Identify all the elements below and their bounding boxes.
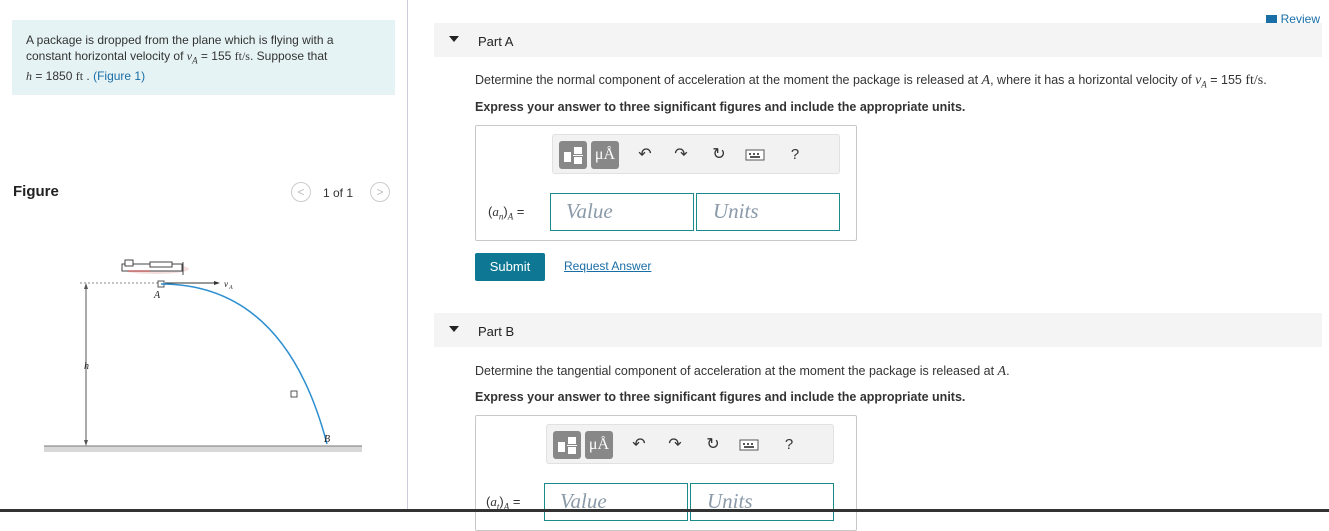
fraction-template-icon	[564, 147, 583, 164]
review-icon	[1265, 15, 1277, 23]
help-button[interactable]: ?	[779, 435, 799, 455]
units-button[interactable]: μÅ	[585, 431, 613, 459]
help-button[interactable]: ?	[785, 145, 805, 165]
ground-shadow	[44, 446, 362, 452]
figure-image: A v A h B	[44, 259, 362, 452]
keyboard-icon[interactable]	[739, 437, 759, 457]
figure-link[interactable]: (Figure 1)	[93, 69, 145, 83]
part-a-question-text-2: , where it has a horizontal velocity of	[990, 73, 1196, 87]
submit-button[interactable]: Submit	[475, 253, 545, 281]
figure-next-button[interactable]: >	[370, 182, 390, 202]
template-fraction-button[interactable]	[559, 141, 587, 169]
redo-icon[interactable]: ↷	[665, 435, 685, 455]
part-a-point: A	[981, 73, 991, 88]
units-button[interactable]: μÅ	[591, 141, 619, 169]
figure-prev-button[interactable]: <	[291, 182, 311, 202]
height-value: = 1850	[32, 69, 76, 84]
trajectory-path	[160, 283, 328, 445]
part-a-question-text: Determine the normal component of accele…	[475, 73, 982, 87]
panel-divider	[407, 0, 408, 512]
airplane-icon	[121, 259, 189, 275]
keyboard-icon[interactable]	[745, 147, 765, 167]
collapse-triangle-icon[interactable]	[449, 326, 459, 332]
part-b-answer-box: μÅ ↶ ↷ ↻ ? (at)A = Value Units	[475, 415, 857, 531]
part-a-instruction: Express your answer to three significant…	[475, 100, 966, 114]
reset-icon[interactable]: ↻	[709, 145, 729, 165]
part-b-value-input[interactable]: Value	[544, 483, 688, 521]
problem-statement: A package is dropped from the plane whic…	[12, 20, 395, 95]
package-falling-icon	[290, 390, 298, 398]
part-a-question: Determine the normal component of accele…	[475, 73, 1267, 90]
velocity-unit: ft/s	[234, 49, 250, 63]
figure-pager-count: 1 of 1	[323, 186, 354, 200]
part-a-title: Part A	[478, 34, 514, 49]
part-b-question-end: .	[1006, 364, 1010, 378]
part-b-units-input[interactable]: Units	[690, 483, 834, 521]
fraction-template-icon	[558, 437, 577, 454]
point-a-label: A	[153, 290, 161, 301]
figure-title: Figure	[13, 183, 59, 200]
part-a-v-value: = 155	[1206, 73, 1246, 87]
part-b-instruction: Express your answer to three significant…	[475, 390, 966, 404]
point-b-label: B	[324, 434, 330, 445]
part-b-question: Determine the tangential component of ac…	[475, 364, 1010, 380]
collapse-triangle-icon[interactable]	[449, 36, 459, 42]
problem-text-2: . Suppose that	[249, 49, 328, 63]
part-a-answer-box: μÅ ↶ ↷ ↻ ? (an)A = Value Units	[475, 125, 857, 241]
template-fraction-button[interactable]	[553, 431, 581, 459]
part-a-value-input[interactable]: Value	[550, 193, 694, 231]
figure-header: Figure < 1 of 1 >	[13, 182, 396, 202]
part-b-toolbar: μÅ ↶ ↷ ↻ ?	[546, 424, 834, 464]
height-unit: ft	[75, 69, 84, 84]
redo-icon[interactable]: ↷	[671, 145, 691, 165]
part-a-eq-var-sub: n	[498, 211, 504, 222]
part-a-units-input[interactable]: Units	[696, 193, 840, 231]
part-a-equation-label: (an)A =	[488, 204, 525, 222]
undo-icon[interactable]: ↶	[635, 145, 655, 165]
part-a-toolbar: μÅ ↶ ↷ ↻ ?	[552, 134, 840, 174]
velocity-label: v	[224, 279, 228, 289]
part-b-title: Part B	[478, 324, 515, 339]
part-a-v-unit: ft/s	[1245, 73, 1264, 88]
part-a-header[interactable]: Part A	[434, 23, 1322, 57]
reset-icon[interactable]: ↻	[703, 435, 723, 455]
part-a-question-end: .	[1263, 73, 1267, 87]
height-label: h	[84, 361, 89, 372]
part-b-header[interactable]: Part B	[434, 313, 1322, 347]
part-b-question-text: Determine the tangential component of ac…	[475, 364, 998, 378]
velocity-value: = 155	[197, 49, 235, 63]
part-a-eq-sub: A	[507, 211, 514, 222]
velocity-label-sub: A	[228, 285, 233, 291]
request-answer-link[interactable]: Request Answer	[564, 259, 651, 273]
undo-icon[interactable]: ↶	[629, 435, 649, 455]
part-b-point: A	[997, 364, 1007, 379]
